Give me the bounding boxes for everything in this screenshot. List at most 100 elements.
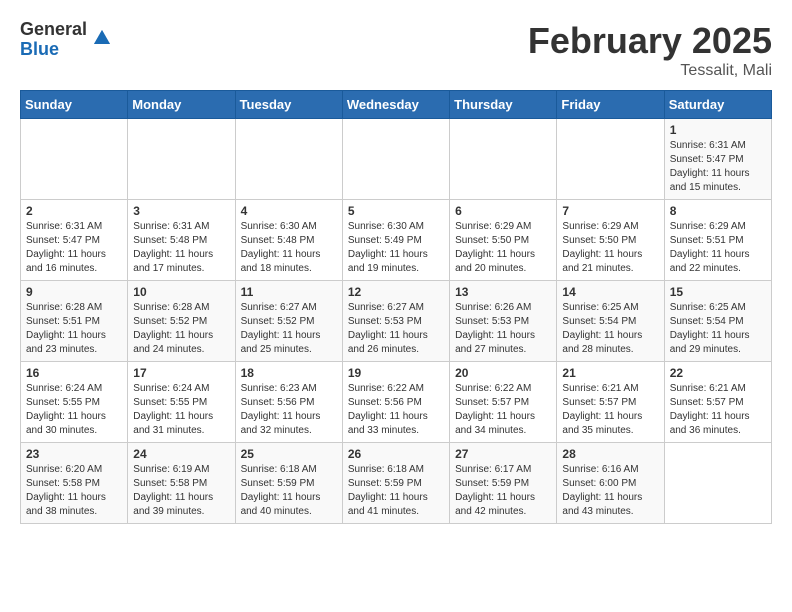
weekday-header-row: SundayMondayTuesdayWednesdayThursdayFrid…	[21, 91, 772, 119]
day-cell	[128, 119, 235, 200]
day-cell: 23 Sunrise: 6:20 AM Sunset: 5:58 PM Dayli…	[21, 443, 128, 524]
day-info: Sunrise: 6:19 AM Sunset: 5:58 PM Dayligh…	[133, 464, 213, 517]
week-row-5: 23 Sunrise: 6:20 AM Sunset: 5:58 PM Dayli…	[21, 443, 772, 524]
day-cell: 26 Sunrise: 6:18 AM Sunset: 5:59 PM Dayli…	[342, 443, 449, 524]
day-info: Sunrise: 6:26 AM Sunset: 5:53 PM Dayligh…	[455, 302, 535, 355]
day-info: Sunrise: 6:18 AM Sunset: 5:59 PM Dayligh…	[241, 464, 321, 517]
day-cell: 17 Sunrise: 6:24 AM Sunset: 5:55 PM Dayli…	[128, 362, 235, 443]
day-number: 2	[26, 204, 122, 218]
day-info: Sunrise: 6:21 AM Sunset: 5:57 PM Dayligh…	[670, 383, 750, 436]
weekday-header-saturday: Saturday	[664, 91, 771, 119]
day-cell: 21 Sunrise: 6:21 AM Sunset: 5:57 PM Dayli…	[557, 362, 664, 443]
day-info: Sunrise: 6:31 AM Sunset: 5:47 PM Dayligh…	[670, 140, 750, 193]
day-info: Sunrise: 6:31 AM Sunset: 5:48 PM Dayligh…	[133, 221, 213, 274]
day-cell	[450, 119, 557, 200]
day-info: Sunrise: 6:28 AM Sunset: 5:51 PM Dayligh…	[26, 302, 106, 355]
day-cell	[342, 119, 449, 200]
logo-icon	[90, 26, 114, 50]
day-number: 16	[26, 366, 122, 380]
day-cell: 27 Sunrise: 6:17 AM Sunset: 5:59 PM Dayli…	[450, 443, 557, 524]
week-row-2: 2 Sunrise: 6:31 AM Sunset: 5:47 PM Daylig…	[21, 200, 772, 281]
day-cell	[21, 119, 128, 200]
calendar-table: SundayMondayTuesdayWednesdayThursdayFrid…	[20, 90, 772, 524]
day-cell: 2 Sunrise: 6:31 AM Sunset: 5:47 PM Daylig…	[21, 200, 128, 281]
day-number: 18	[241, 366, 337, 380]
day-info: Sunrise: 6:29 AM Sunset: 5:51 PM Dayligh…	[670, 221, 750, 274]
logo-blue: Blue	[20, 40, 87, 60]
day-cell: 6Sunrise: 6:29 AM Sunset: 5:50 PM Daylig…	[450, 200, 557, 281]
day-number: 5	[348, 204, 444, 218]
day-number: 8	[670, 204, 766, 218]
day-number: 4	[241, 204, 337, 218]
day-number: 25	[241, 447, 337, 461]
title-area: February 2025 Tessalit, Mali	[528, 20, 772, 80]
day-info: Sunrise: 6:31 AM Sunset: 5:47 PM Dayligh…	[26, 221, 106, 274]
day-info: Sunrise: 6:25 AM Sunset: 5:54 PM Dayligh…	[562, 302, 642, 355]
day-number: 27	[455, 447, 551, 461]
day-number: 21	[562, 366, 658, 380]
week-row-4: 16 Sunrise: 6:24 AM Sunset: 5:55 PM Dayli…	[21, 362, 772, 443]
day-cell: 11 Sunrise: 6:27 AM Sunset: 5:52 PM Dayli…	[235, 281, 342, 362]
day-info: Sunrise: 6:30 AM Sunset: 5:49 PM Dayligh…	[348, 221, 428, 274]
day-number: 17	[133, 366, 229, 380]
day-info: Sunrise: 6:16 AM Sunset: 6:00 PM Dayligh…	[562, 464, 642, 517]
header: General Blue February 2025 Tessalit, Mal…	[20, 20, 772, 80]
day-info: Sunrise: 6:24 AM Sunset: 5:55 PM Dayligh…	[26, 383, 106, 436]
day-number: 6	[455, 204, 551, 218]
day-number: 1	[670, 123, 766, 137]
day-cell	[557, 119, 664, 200]
calendar-subtitle: Tessalit, Mali	[528, 62, 772, 80]
week-row-3: 9 Sunrise: 6:28 AM Sunset: 5:51 PM Daylig…	[21, 281, 772, 362]
day-number: 26	[348, 447, 444, 461]
day-cell: 28 Sunrise: 6:16 AM Sunset: 6:00 PM Dayli…	[557, 443, 664, 524]
day-cell: 4 Sunrise: 6:30 AM Sunset: 5:48 PM Daylig…	[235, 200, 342, 281]
day-number: 15	[670, 285, 766, 299]
day-info: Sunrise: 6:27 AM Sunset: 5:52 PM Dayligh…	[241, 302, 321, 355]
day-cell: 15Sunrise: 6:25 AM Sunset: 5:54 PM Dayli…	[664, 281, 771, 362]
weekday-header-thursday: Thursday	[450, 91, 557, 119]
day-cell: 3Sunrise: 6:31 AM Sunset: 5:48 PM Daylig…	[128, 200, 235, 281]
day-cell: 1 Sunrise: 6:31 AM Sunset: 5:47 PM Daylig…	[664, 119, 771, 200]
day-info: Sunrise: 6:21 AM Sunset: 5:57 PM Dayligh…	[562, 383, 642, 436]
day-info: Sunrise: 6:29 AM Sunset: 5:50 PM Dayligh…	[562, 221, 642, 274]
day-cell: 9 Sunrise: 6:28 AM Sunset: 5:51 PM Daylig…	[21, 281, 128, 362]
day-info: Sunrise: 6:22 AM Sunset: 5:57 PM Dayligh…	[455, 383, 535, 436]
day-info: Sunrise: 6:24 AM Sunset: 5:55 PM Dayligh…	[133, 383, 213, 436]
day-cell: 5 Sunrise: 6:30 AM Sunset: 5:49 PM Daylig…	[342, 200, 449, 281]
day-info: Sunrise: 6:18 AM Sunset: 5:59 PM Dayligh…	[348, 464, 428, 517]
day-number: 23	[26, 447, 122, 461]
day-info: Sunrise: 6:27 AM Sunset: 5:53 PM Dayligh…	[348, 302, 428, 355]
day-cell: 14Sunrise: 6:25 AM Sunset: 5:54 PM Dayli…	[557, 281, 664, 362]
day-cell: 18 Sunrise: 6:23 AM Sunset: 5:56 PM Dayli…	[235, 362, 342, 443]
day-number: 11	[241, 285, 337, 299]
weekday-header-monday: Monday	[128, 91, 235, 119]
logo: General Blue	[20, 20, 114, 60]
day-info: Sunrise: 6:20 AM Sunset: 5:58 PM Dayligh…	[26, 464, 106, 517]
weekday-header-tuesday: Tuesday	[235, 91, 342, 119]
day-info: Sunrise: 6:30 AM Sunset: 5:48 PM Dayligh…	[241, 221, 321, 274]
week-row-1: 1 Sunrise: 6:31 AM Sunset: 5:47 PM Daylig…	[21, 119, 772, 200]
day-number: 9	[26, 285, 122, 299]
logo-general: General	[20, 20, 87, 40]
day-number: 13	[455, 285, 551, 299]
day-cell	[235, 119, 342, 200]
day-cell: 25 Sunrise: 6:18 AM Sunset: 5:59 PM Dayli…	[235, 443, 342, 524]
day-info: Sunrise: 6:28 AM Sunset: 5:52 PM Dayligh…	[133, 302, 213, 355]
day-cell: 8 Sunrise: 6:29 AM Sunset: 5:51 PM Daylig…	[664, 200, 771, 281]
day-cell: 19Sunrise: 6:22 AM Sunset: 5:56 PM Dayli…	[342, 362, 449, 443]
day-cell: 10 Sunrise: 6:28 AM Sunset: 5:52 PM Dayli…	[128, 281, 235, 362]
day-number: 7	[562, 204, 658, 218]
day-number: 28	[562, 447, 658, 461]
day-cell: 20Sunrise: 6:22 AM Sunset: 5:57 PM Dayli…	[450, 362, 557, 443]
day-cell	[664, 443, 771, 524]
day-info: Sunrise: 6:23 AM Sunset: 5:56 PM Dayligh…	[241, 383, 321, 436]
day-cell: 22 Sunrise: 6:21 AM Sunset: 5:57 PM Dayli…	[664, 362, 771, 443]
day-number: 22	[670, 366, 766, 380]
day-cell: 12 Sunrise: 6:27 AM Sunset: 5:53 PM Dayli…	[342, 281, 449, 362]
day-cell: 7 Sunrise: 6:29 AM Sunset: 5:50 PM Daylig…	[557, 200, 664, 281]
weekday-header-friday: Friday	[557, 91, 664, 119]
day-info: Sunrise: 6:17 AM Sunset: 5:59 PM Dayligh…	[455, 464, 535, 517]
day-cell: 24Sunrise: 6:19 AM Sunset: 5:58 PM Dayli…	[128, 443, 235, 524]
day-number: 12	[348, 285, 444, 299]
day-number: 10	[133, 285, 229, 299]
